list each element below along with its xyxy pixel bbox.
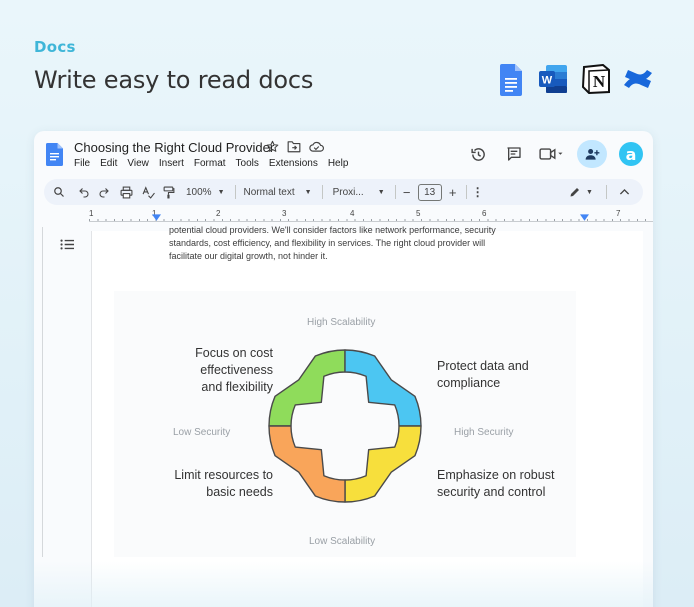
menu-tools[interactable]: Tools <box>236 158 259 169</box>
font-size-input[interactable]: 13 <box>417 183 442 201</box>
label-line: and flexibility <box>201 380 273 394</box>
move-folder-icon[interactable] <box>287 140 301 158</box>
share-button[interactable] <box>577 140 607 168</box>
menu-format[interactable]: Format <box>194 158 226 169</box>
hero-tag: Docs <box>34 38 76 56</box>
font-value: Proxi... <box>332 186 364 198</box>
google-docs-icon[interactable] <box>46 143 63 171</box>
quadrant-label-top-right: Protect data and compliance <box>437 358 529 392</box>
notion-icon: N <box>581 63 610 99</box>
caret-down-icon: ▼ <box>586 188 593 196</box>
caret-down-icon: ▼ <box>377 188 385 196</box>
intro-line: facilitate our digital growth, not hinde… <box>169 251 328 261</box>
title-bar: Choosing the Right Cloud Provider File E… <box>34 131 653 175</box>
label-line: Protect data and <box>437 359 529 373</box>
title-icons <box>266 140 324 158</box>
meet-icon[interactable] <box>535 140 569 168</box>
divider <box>465 185 467 199</box>
style-select[interactable]: Normal text ▼ <box>244 182 312 202</box>
caret-down-icon: ▼ <box>304 188 312 196</box>
vertical-ruler <box>42 227 43 557</box>
docs-window: Choosing the Right Cloud Provider File E… <box>34 131 653 607</box>
menu-view[interactable]: View <box>127 158 149 169</box>
quadrant-label-bottom-right: Emphasize on robust security and control <box>437 467 554 501</box>
document-title[interactable]: Choosing the Right Cloud Provider <box>74 140 274 155</box>
document-page[interactable]: potential cloud providers. We'll conside… <box>91 225 643 607</box>
divider <box>606 185 607 199</box>
left-indent-marker[interactable] <box>152 214 161 224</box>
menu-help[interactable]: Help <box>328 158 349 169</box>
segment-bottom-right <box>344 425 422 503</box>
decrease-font-size-button[interactable]: − <box>402 182 412 202</box>
cloud-status-icon[interactable] <box>309 140 324 158</box>
font-select[interactable]: Proxi... ▼ <box>333 182 385 202</box>
search-menus-icon[interactable] <box>44 182 74 202</box>
divider <box>394 185 396 199</box>
horizontal-ruler: 1 1 2 3 4 5 6 7 <box>89 209 653 223</box>
label-line: basic needs <box>206 485 273 499</box>
label-line: Limit resources to <box>174 468 273 482</box>
label-line: security and control <box>437 485 546 499</box>
segment-top-right <box>344 349 422 427</box>
editing-mode-button[interactable]: ▼ <box>562 182 600 202</box>
hero-title: Write easy to read docs <box>34 66 314 94</box>
increase-font-size-button[interactable]: + <box>448 182 458 202</box>
undo-icon[interactable] <box>74 182 94 202</box>
formatting-toolbar: 100% ▼ Normal text ▼ Proxi... ▼ − 13 + ⋮… <box>44 179 643 205</box>
more-options-icon[interactable]: ⋮ <box>472 182 484 202</box>
svg-text:N: N <box>593 72 606 91</box>
intro-line: potential cloud providers. We'll conside… <box>169 225 496 235</box>
style-value: Normal text <box>243 186 295 198</box>
divider <box>234 185 236 199</box>
confluence-icon <box>622 64 654 99</box>
bottom-fade <box>34 561 653 607</box>
segment-bottom-left <box>268 425 346 503</box>
quadrant-label-top-left: Focus on cost effectiveness and flexibil… <box>195 345 273 396</box>
cycle-ring-graphic <box>268 349 422 503</box>
divider <box>321 185 323 199</box>
paint-format-icon[interactable] <box>158 182 180 202</box>
menu-extensions[interactable]: Extensions <box>269 158 318 169</box>
quadrant-label-bottom-left: Limit resources to basic needs <box>174 467 273 501</box>
redo-icon[interactable] <box>94 182 114 202</box>
caret-down-icon: ▼ <box>217 188 225 196</box>
comments-icon[interactable] <box>499 140 529 168</box>
print-icon[interactable] <box>114 182 138 202</box>
version-history-icon[interactable] <box>463 140 493 168</box>
spellcheck-icon[interactable] <box>138 182 158 202</box>
menu-edit[interactable]: Edit <box>100 158 117 169</box>
intro-line: standards, cost efficiency, and flexibil… <box>169 238 486 248</box>
menu-file[interactable]: File <box>74 158 90 169</box>
label-line: Emphasize on robust <box>437 468 555 482</box>
axis-label-left: Low Security <box>173 427 231 438</box>
zoom-value: 100% <box>186 186 212 198</box>
star-icon[interactable] <box>266 140 279 158</box>
microsoft-word-icon: W <box>538 64 568 99</box>
axis-label-right: High Security <box>454 427 514 438</box>
segment-top-left <box>268 349 346 427</box>
zoom-select[interactable]: 100% ▼ <box>186 182 225 202</box>
avatar[interactable]: a <box>619 142 643 166</box>
menu-insert[interactable]: Insert <box>159 158 184 169</box>
svg-text:W: W <box>542 75 553 87</box>
ruler-ticks <box>89 217 653 222</box>
quadrant-diagram: High Scalability Low Scalability Low Sec… <box>114 291 576 557</box>
label-line: Focus on cost <box>195 346 273 360</box>
right-tools: a <box>457 140 643 168</box>
menu-bar: File Edit View Insert Format Tools Exten… <box>74 158 348 169</box>
hide-menus-icon[interactable] <box>613 182 635 202</box>
label-line: effectiveness <box>200 363 273 377</box>
document-outline-icon[interactable] <box>60 237 74 255</box>
axis-label-bottom: Low Scalability <box>309 536 376 547</box>
right-indent-marker[interactable] <box>580 214 589 224</box>
google-docs-icon <box>500 64 522 101</box>
axis-label-top: High Scalability <box>307 317 376 328</box>
label-line: compliance <box>437 376 501 390</box>
